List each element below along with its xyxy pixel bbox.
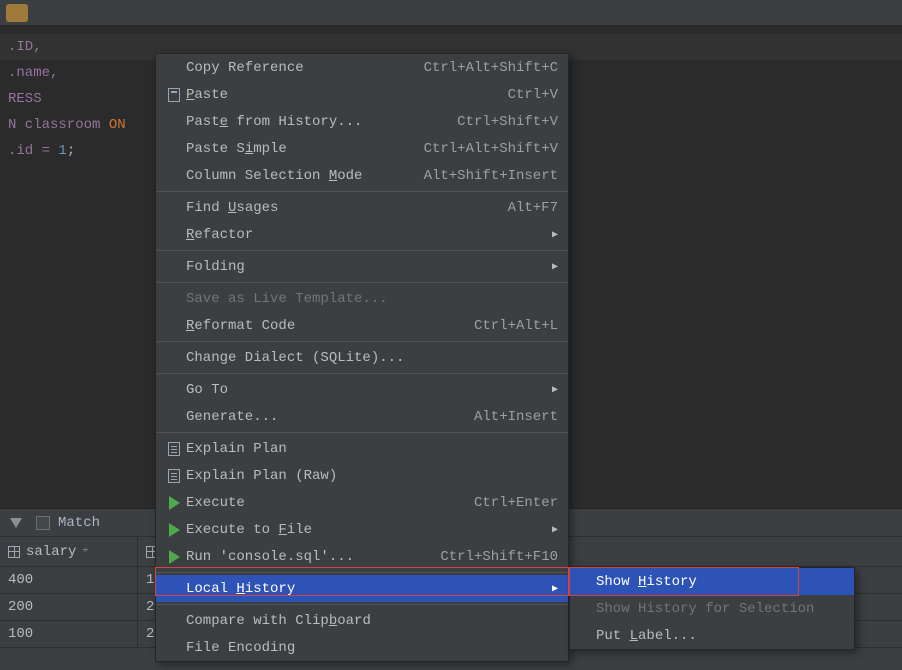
menu-go-to[interactable]: Go To ▶: [156, 376, 568, 403]
column-header-salary[interactable]: salary ÷: [0, 537, 138, 566]
match-case-option[interactable]: Match: [36, 515, 100, 531]
submenu-show-history-selection: Show History for Selection: [570, 595, 854, 622]
sort-indicator[interactable]: ÷: [82, 546, 88, 557]
menu-paste-simple[interactable]: Paste Simple Ctrl+Alt+Shift+V: [156, 135, 568, 162]
menu-separator: [156, 604, 568, 605]
menu-explain-plan[interactable]: Explain Plan: [156, 435, 568, 462]
menu-column-selection[interactable]: Column Selection Mode Alt+Shift+Insert: [156, 162, 568, 189]
menu-separator: [156, 282, 568, 283]
menu-reformat-code[interactable]: Reformat Code Ctrl+Alt+L: [156, 312, 568, 339]
chevron-right-icon: ▶: [548, 524, 558, 536]
menu-paste-history[interactable]: Paste from History... Ctrl+Shift+V: [156, 108, 568, 135]
menu-paste[interactable]: Paste Ctrl+V: [156, 81, 568, 108]
menu-separator: [156, 432, 568, 433]
menu-compare-clipboard[interactable]: Compare with Clipboard: [156, 607, 568, 634]
submenu-show-history[interactable]: Show History: [570, 568, 854, 595]
tab-badge[interactable]: [6, 4, 28, 22]
menu-save-live-template: Save as Live Template...: [156, 285, 568, 312]
context-menu: Copy Reference Ctrl+Alt+Shift+C Paste Ct…: [155, 53, 569, 662]
menu-find-usages[interactable]: Find Usages Alt+F7: [156, 194, 568, 221]
cell: 400: [0, 567, 138, 593]
menu-separator: [156, 572, 568, 573]
menu-execute-to-file[interactable]: Execute to File ▶: [156, 516, 568, 543]
play-icon: [169, 496, 180, 510]
plan-icon: [168, 442, 180, 456]
column-label: salary: [26, 544, 76, 560]
menu-refactor[interactable]: Refactor ▶: [156, 221, 568, 248]
menu-explain-plan-raw[interactable]: Explain Plan (Raw): [156, 462, 568, 489]
menu-generate[interactable]: Generate... Alt+Insert: [156, 403, 568, 430]
chevron-right-icon: ▶: [548, 229, 558, 241]
menu-local-history[interactable]: Local History ▶: [156, 575, 568, 602]
menu-execute[interactable]: Execute Ctrl+Enter: [156, 489, 568, 516]
paste-icon: [168, 88, 180, 102]
menu-run-console[interactable]: Run 'console.sql'... Ctrl+Shift+F10: [156, 543, 568, 570]
cell: 200: [0, 594, 138, 620]
context-submenu-local-history: Show History Show History for Selection …: [569, 567, 855, 650]
menu-copy-reference[interactable]: Copy Reference Ctrl+Alt+Shift+C: [156, 54, 568, 81]
plan-icon: [168, 469, 180, 483]
menu-separator: [156, 191, 568, 192]
chevron-right-icon: ▶: [548, 583, 558, 595]
checkbox-icon[interactable]: [36, 516, 50, 530]
menu-separator: [156, 341, 568, 342]
menu-change-dialect[interactable]: Change Dialect (SQLite)...: [156, 344, 568, 371]
menu-folding[interactable]: Folding ▶: [156, 253, 568, 280]
column-icon: [8, 546, 20, 558]
menu-separator: [156, 373, 568, 374]
play-icon: [169, 523, 180, 537]
match-label: Match: [58, 515, 100, 531]
play-icon: [169, 550, 180, 564]
export-dropdown-icon[interactable]: [10, 518, 22, 528]
chevron-right-icon: ▶: [548, 384, 558, 396]
menu-separator: [156, 250, 568, 251]
submenu-put-label[interactable]: Put Label...: [570, 622, 854, 649]
top-toolbar: [0, 0, 902, 26]
cell: 100: [0, 621, 138, 647]
menu-file-encoding[interactable]: File Encoding: [156, 634, 568, 661]
chevron-right-icon: ▶: [548, 261, 558, 273]
